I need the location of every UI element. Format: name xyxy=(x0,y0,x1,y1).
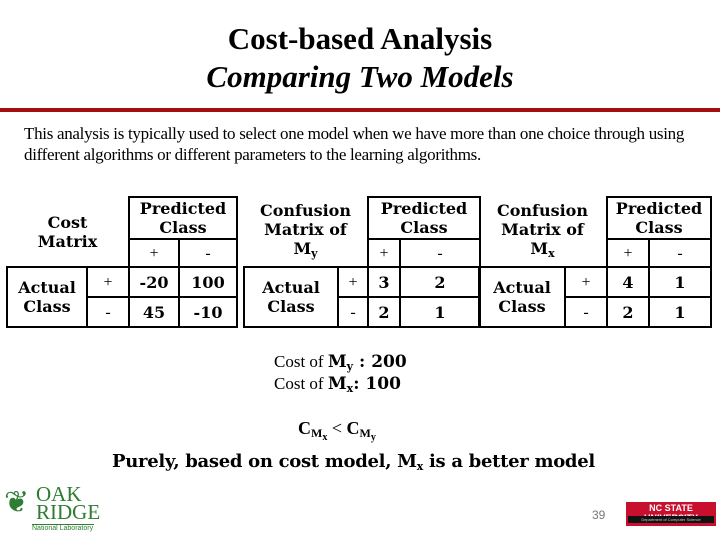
model-letter: M xyxy=(397,451,417,472)
actual-class-header: Actual Class xyxy=(6,266,88,328)
label-line: Actual xyxy=(493,278,551,297)
label-line: Confusion xyxy=(260,200,351,220)
confusion-matrix-mx-label: Confusion Matrix of Mx xyxy=(479,197,607,267)
conclusion: Purely, based on cost model, Mx is a bet… xyxy=(112,451,595,473)
matrix-cell: -10 xyxy=(178,296,238,328)
less-than-operator: < xyxy=(327,418,347,438)
slide-title-line2: Comparing Two Models xyxy=(206,59,514,94)
col-sign-minus: - xyxy=(399,238,481,268)
conclusion-prefix: Purely, based on cost model, xyxy=(112,451,398,472)
label-line: Matrix of xyxy=(501,219,584,239)
matrix-cell: -20 xyxy=(128,266,180,298)
confusion-matrix-my-table: Confusion Matrix of My Predicted Class +… xyxy=(243,196,481,328)
model-letter: M xyxy=(359,426,371,440)
label-line: Matrix xyxy=(37,231,98,251)
row-sign-plus: + xyxy=(86,266,130,298)
predicted-class-header: Predicted Class xyxy=(128,196,238,240)
model-letter: M xyxy=(311,426,323,440)
label-line: Actual xyxy=(262,278,320,297)
actual-class-header: Actual Class xyxy=(478,266,566,328)
ornl-logo: ❦ OAK RIDGE National Laboratory xyxy=(4,484,100,534)
slide-title-line1: Cost-based Analysis xyxy=(227,21,493,56)
oak-leaf-icon: ❦ xyxy=(4,486,30,519)
matrix-cell: 45 xyxy=(128,296,180,328)
conclusion-suffix: is a better model xyxy=(423,451,595,472)
label-line: Predicted xyxy=(139,199,227,218)
cost-value: : 200 xyxy=(353,352,407,372)
label-line: Confusion xyxy=(497,200,588,220)
matrix-cell: 4 xyxy=(606,266,650,298)
cost-prefix: Cost of xyxy=(274,374,328,393)
matrix-cell: 3 xyxy=(367,266,401,298)
model-letter: M xyxy=(327,374,347,394)
cost-mx: Cost of Mx: 100 xyxy=(274,374,401,399)
matrix-cell: 1 xyxy=(399,296,481,328)
cost-comparison: CMx < CMy xyxy=(298,418,376,443)
col-sign-plus: + xyxy=(606,238,650,268)
matrix-cell: 100 xyxy=(178,266,238,298)
matrix-cell: 2 xyxy=(606,296,650,328)
ncsu-logo: NC STATE UNIVERSITY Department of Comput… xyxy=(626,502,716,526)
row-sign-plus: + xyxy=(564,266,608,298)
col-sign-minus: - xyxy=(648,238,712,268)
model-subscript: x xyxy=(548,246,555,260)
confusion-matrix-mx-table: Confusion Matrix of Mx Predicted Class +… xyxy=(478,196,712,328)
col-sign-plus: + xyxy=(128,238,180,268)
cost-symbol: C xyxy=(346,418,360,438)
cost-prefix: Cost of xyxy=(274,352,328,371)
matrix-cell: 2 xyxy=(399,266,481,298)
label-line: Predicted xyxy=(615,199,703,218)
row-sign-minus: - xyxy=(564,296,608,328)
cost-matrix-table: Cost Matrix Predicted Class + - Actual C… xyxy=(6,196,238,328)
logo-text: Department of Computer Science xyxy=(628,516,714,523)
model-letter: M xyxy=(327,352,347,372)
logo-text: RIDGE xyxy=(36,500,101,524)
cost-value: : 100 xyxy=(353,374,401,394)
logo-text: National Laboratory xyxy=(32,524,94,532)
label-line: Class xyxy=(498,297,546,316)
model-label: Mx xyxy=(479,239,606,263)
predicted-class-header: Predicted Class xyxy=(367,196,481,240)
cost-matrix-label: Cost Matrix xyxy=(7,197,129,267)
label-line: Class xyxy=(635,218,683,237)
page-number: 39 xyxy=(592,508,606,522)
confusion-matrix-my-label: Confusion Matrix of My xyxy=(244,197,368,267)
row-sign-plus: + xyxy=(337,266,369,298)
matrix-cell: 2 xyxy=(367,296,401,328)
model-subscript: y xyxy=(311,246,318,260)
col-sign-plus: + xyxy=(367,238,401,268)
title-divider xyxy=(0,108,720,112)
model-subscript: y xyxy=(370,432,376,443)
predicted-class-header: Predicted Class xyxy=(606,196,712,240)
model-letter: M xyxy=(293,238,312,258)
matrix-cell: 1 xyxy=(648,266,712,298)
label-line: Cost xyxy=(47,212,88,232)
model-letter: M xyxy=(530,238,549,258)
row-sign-minus: - xyxy=(337,296,369,328)
cost-symbol: C xyxy=(298,418,311,438)
label-line: Class xyxy=(400,218,448,237)
actual-class-header: Actual Class xyxy=(243,266,339,328)
label-line: Class xyxy=(159,218,207,237)
col-sign-minus: - xyxy=(178,238,238,268)
model-label: My xyxy=(244,239,367,263)
label-line: Actual xyxy=(18,278,76,297)
label-line: Class xyxy=(23,297,71,316)
label-line: Matrix of xyxy=(264,219,347,239)
row-sign-minus: - xyxy=(86,296,130,328)
label-line: Predicted xyxy=(380,199,468,218)
label-line: Class xyxy=(267,297,315,316)
matrix-cell: 1 xyxy=(648,296,712,328)
intro-paragraph: This analysis is typically used to selec… xyxy=(24,124,685,164)
